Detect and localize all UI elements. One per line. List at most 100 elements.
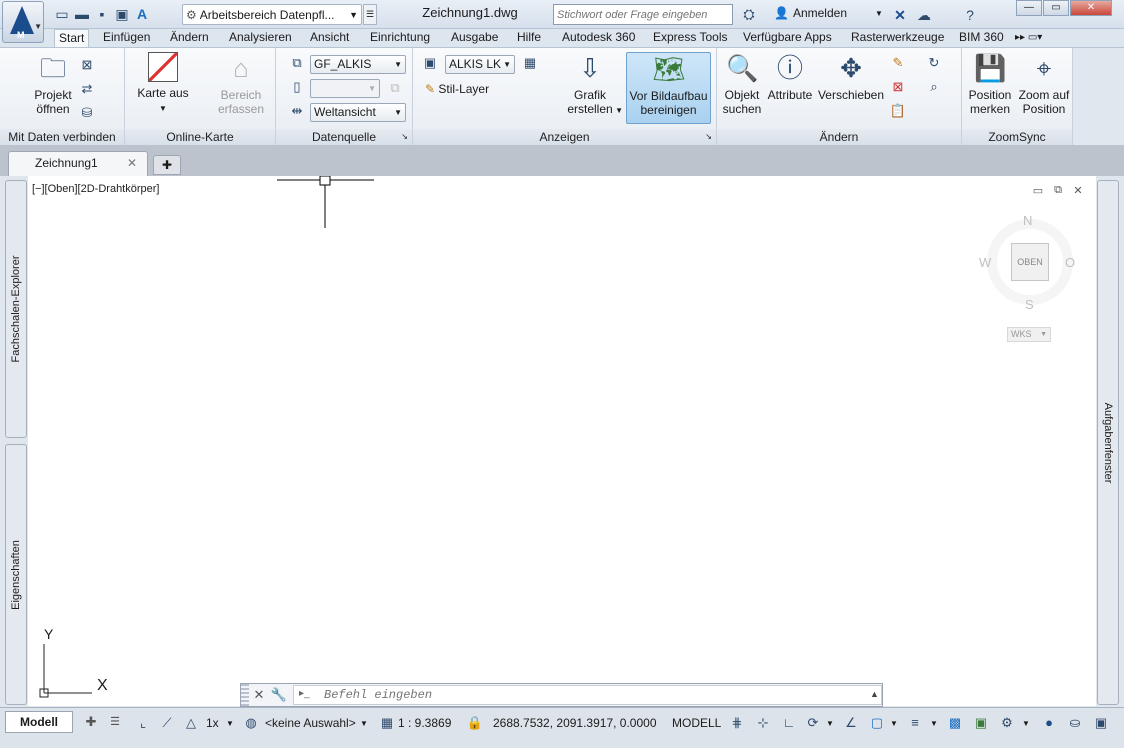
create-graphic-button[interactable]: ⇩ Grafik erstellen ▼: [563, 52, 623, 116]
lasso-icon[interactable]: ↻: [925, 54, 943, 72]
wrench-icon[interactable]: 🔧: [269, 687, 289, 703]
connect-data-icon[interactable]: ⇄: [78, 80, 96, 98]
tab-start[interactable]: Start: [54, 29, 90, 47]
grid-snap-icon[interactable]: ⌞: [134, 714, 152, 732]
tab-ausgabe[interactable]: Ausgabe: [447, 29, 502, 47]
display-settings-icon[interactable]: ▦: [521, 54, 539, 72]
panel-launcher-icon[interactable]: ↘: [401, 129, 408, 145]
model-space-indicator[interactable]: MODELL: [672, 716, 721, 730]
ortho-mode-icon[interactable]: ∟: [780, 714, 798, 732]
lock-icon[interactable]: 🔒: [466, 714, 484, 732]
compass-north[interactable]: N: [1023, 213, 1032, 228]
viewport-restore-icon[interactable]: ⧉: [1050, 184, 1066, 197]
minimize-button[interactable]: —: [1016, 0, 1042, 16]
map-off-button[interactable]: Karte aus ▼: [133, 52, 193, 116]
clean-before-redraw-button[interactable]: 🗺 Vor Bildaufbau bereinigen: [626, 52, 711, 124]
zoom-to-position-button[interactable]: ⌖ Zoom auf Position: [1016, 52, 1072, 116]
wcs-menu[interactable]: WKS ▼: [1007, 327, 1051, 342]
close-icon[interactable]: ✕: [249, 687, 269, 703]
object-snap-icon[interactable]: ▢: [868, 714, 886, 732]
hardware-acceleration-icon[interactable]: ●: [1040, 714, 1058, 732]
globe-icon[interactable]: ◍: [242, 714, 260, 732]
layout-list-icon[interactable]: ☰: [104, 711, 126, 733]
isolate-objects-icon[interactable]: ⛀: [1066, 714, 1084, 732]
capture-area-button[interactable]: ⌂ Bereich erfassen: [213, 52, 269, 116]
compass-south[interactable]: S: [1025, 297, 1034, 312]
display-combo[interactable]: ALKIS LK ▼: [445, 55, 515, 74]
tab-express-tools[interactable]: Express Tools: [649, 29, 731, 47]
database-icon[interactable]: ⛁: [78, 104, 96, 122]
document-tab[interactable]: Zeichnung1 ✕: [8, 151, 148, 176]
new-file-icon[interactable]: ▭: [52, 4, 72, 24]
viewport-minimize-icon[interactable]: ▭: [1030, 184, 1046, 197]
workspace-selector[interactable]: ⚙ Arbeitsbereich Datenpfl... ▼: [182, 4, 362, 25]
selection-cycling-icon[interactable]: ▣: [972, 714, 990, 732]
transparency-icon[interactable]: ▩: [946, 714, 964, 732]
copy-icon[interactable]: ⧉: [386, 79, 404, 97]
model-tab[interactable]: Modell: [5, 711, 73, 733]
clean-screen-icon[interactable]: ▣: [1092, 714, 1110, 732]
tab-verfuegbare-apps[interactable]: Verfügbare Apps: [739, 29, 836, 47]
viewport-close-icon[interactable]: ✕: [1070, 184, 1086, 197]
remember-position-button[interactable]: 💾 Position merken: [964, 52, 1016, 116]
chevron-down-icon[interactable]: ▼: [930, 719, 938, 728]
help-icon[interactable]: ?: [960, 5, 980, 25]
autodesk-a360-icon[interactable]: A: [132, 4, 152, 24]
polar-tracking-icon[interactable]: ⟳: [804, 714, 822, 732]
tab-einrichtung[interactable]: Einrichtung: [366, 29, 434, 47]
annotation-scale-value[interactable]: 1x: [206, 716, 219, 730]
copy-source-icon[interactable]: ⧉: [288, 54, 306, 72]
tab-aendern[interactable]: Ändern: [166, 29, 213, 47]
tab-rasterwerkzeuge[interactable]: Rasterwerkzeuge: [847, 29, 948, 47]
find-object-button[interactable]: 🔍 Objekt suchen: [719, 52, 765, 116]
chevron-down-icon[interactable]: ▼: [826, 719, 834, 728]
search-input[interactable]: [553, 4, 733, 25]
drawing-canvas[interactable]: [−][Oben][2D-Drahtkörper] Y X: [28, 176, 1096, 706]
tab-analysieren[interactable]: Analysieren: [225, 29, 296, 47]
exchange-apps-icon[interactable]: ✕: [890, 5, 910, 25]
command-history-icon[interactable]: ▲: [870, 689, 879, 699]
source-icon[interactable]: ▯: [288, 78, 306, 96]
chevron-down-icon[interactable]: ▼: [226, 719, 234, 728]
a360-icon[interactable]: ☁: [914, 5, 934, 25]
annotation-scale-icon[interactable]: △: [182, 714, 200, 732]
scale-icon[interactable]: ▦: [378, 714, 396, 732]
add-layout-icon[interactable]: ✚: [80, 711, 102, 733]
close-window-button[interactable]: ✕: [1070, 0, 1112, 16]
layer-icon[interactable]: ▣: [421, 54, 439, 72]
edit-brush-icon[interactable]: ✎: [889, 54, 907, 72]
palette-fachschalen-explorer[interactable]: Fachschalen-Explorer: [5, 180, 27, 438]
viewcube-top-face[interactable]: OBEN: [1011, 243, 1049, 281]
application-menu-button[interactable]: M ▼: [2, 1, 44, 43]
chevron-down-icon[interactable]: ▼: [360, 719, 368, 728]
palette-aufgabenfenster[interactable]: Aufgabenfenster: [1097, 180, 1119, 705]
datasource-subcombo[interactable]: ▼: [310, 79, 380, 98]
save-as-icon[interactable]: ▣: [112, 4, 132, 24]
isometric-drafting-icon[interactable]: ∠: [842, 714, 860, 732]
map-scale[interactable]: 1 : 9.3869: [398, 716, 451, 730]
project-open-button[interactable]: 🗀 Projekt öffnen: [28, 52, 78, 116]
save-icon[interactable]: ▪: [92, 4, 112, 24]
compass-east[interactable]: O: [1065, 255, 1075, 270]
datasource-combo[interactable]: GF_ALKIS ▼: [310, 55, 406, 74]
tab-ansicht[interactable]: Ansicht: [306, 29, 353, 47]
grid-display-icon[interactable]: ⋕: [728, 714, 746, 732]
tab-bim-360[interactable]: BIM 360: [955, 29, 1008, 47]
close-tab-icon[interactable]: ✕: [127, 152, 137, 174]
delete-object-icon[interactable]: ⊠: [889, 78, 907, 96]
compass-west[interactable]: W: [979, 255, 991, 270]
panel-launcher-icon[interactable]: ↘: [705, 129, 712, 145]
zoom-object-icon[interactable]: ⌕: [925, 78, 943, 96]
world-view-icon[interactable]: ⇹: [288, 102, 306, 120]
maximize-button[interactable]: ▭: [1043, 0, 1069, 16]
signin-button[interactable]: 👤 Anmelden ▼: [774, 6, 883, 20]
more-tabs-icon[interactable]: ▸▸ ▭▾: [1011, 29, 1046, 47]
move-button[interactable]: ✥ Verschieben: [817, 52, 885, 102]
infer-constraints-icon[interactable]: ⟋: [158, 714, 176, 732]
command-prompt-icon[interactable]: ▸_: [299, 688, 310, 699]
tab-einfuegen[interactable]: Einfügen: [99, 29, 154, 47]
style-layer-button[interactable]: ✎ Stil-Layer: [425, 82, 489, 96]
attributes-button[interactable]: ⓘ Attribute: [765, 52, 815, 102]
qat-menu-button[interactable]: ☰: [363, 4, 377, 25]
open-folder-icon[interactable]: ▬: [72, 4, 92, 24]
